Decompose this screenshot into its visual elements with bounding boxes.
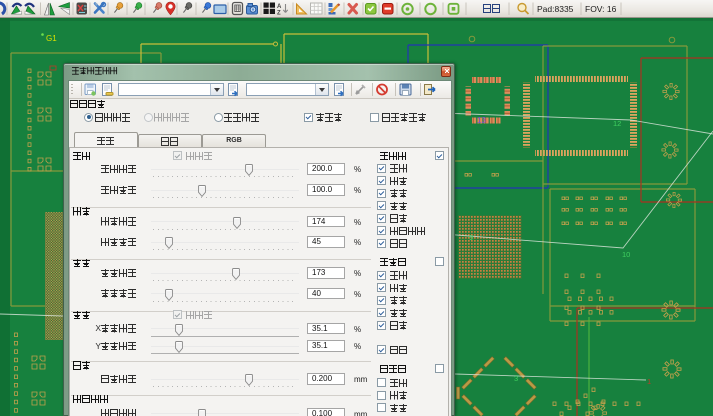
svg-text:12: 12: [613, 119, 621, 128]
svg-text:9: 9: [469, 233, 473, 242]
svg-text:10: 10: [622, 250, 630, 259]
svg-text:G1: G1: [46, 34, 57, 43]
svg-text:3: 3: [514, 374, 518, 383]
svg-text:13: 13: [477, 116, 486, 125]
svg-text:A: A: [277, 4, 282, 10]
svg-text:Z: Z: [277, 11, 281, 17]
svg-text:1: 1: [647, 377, 651, 386]
